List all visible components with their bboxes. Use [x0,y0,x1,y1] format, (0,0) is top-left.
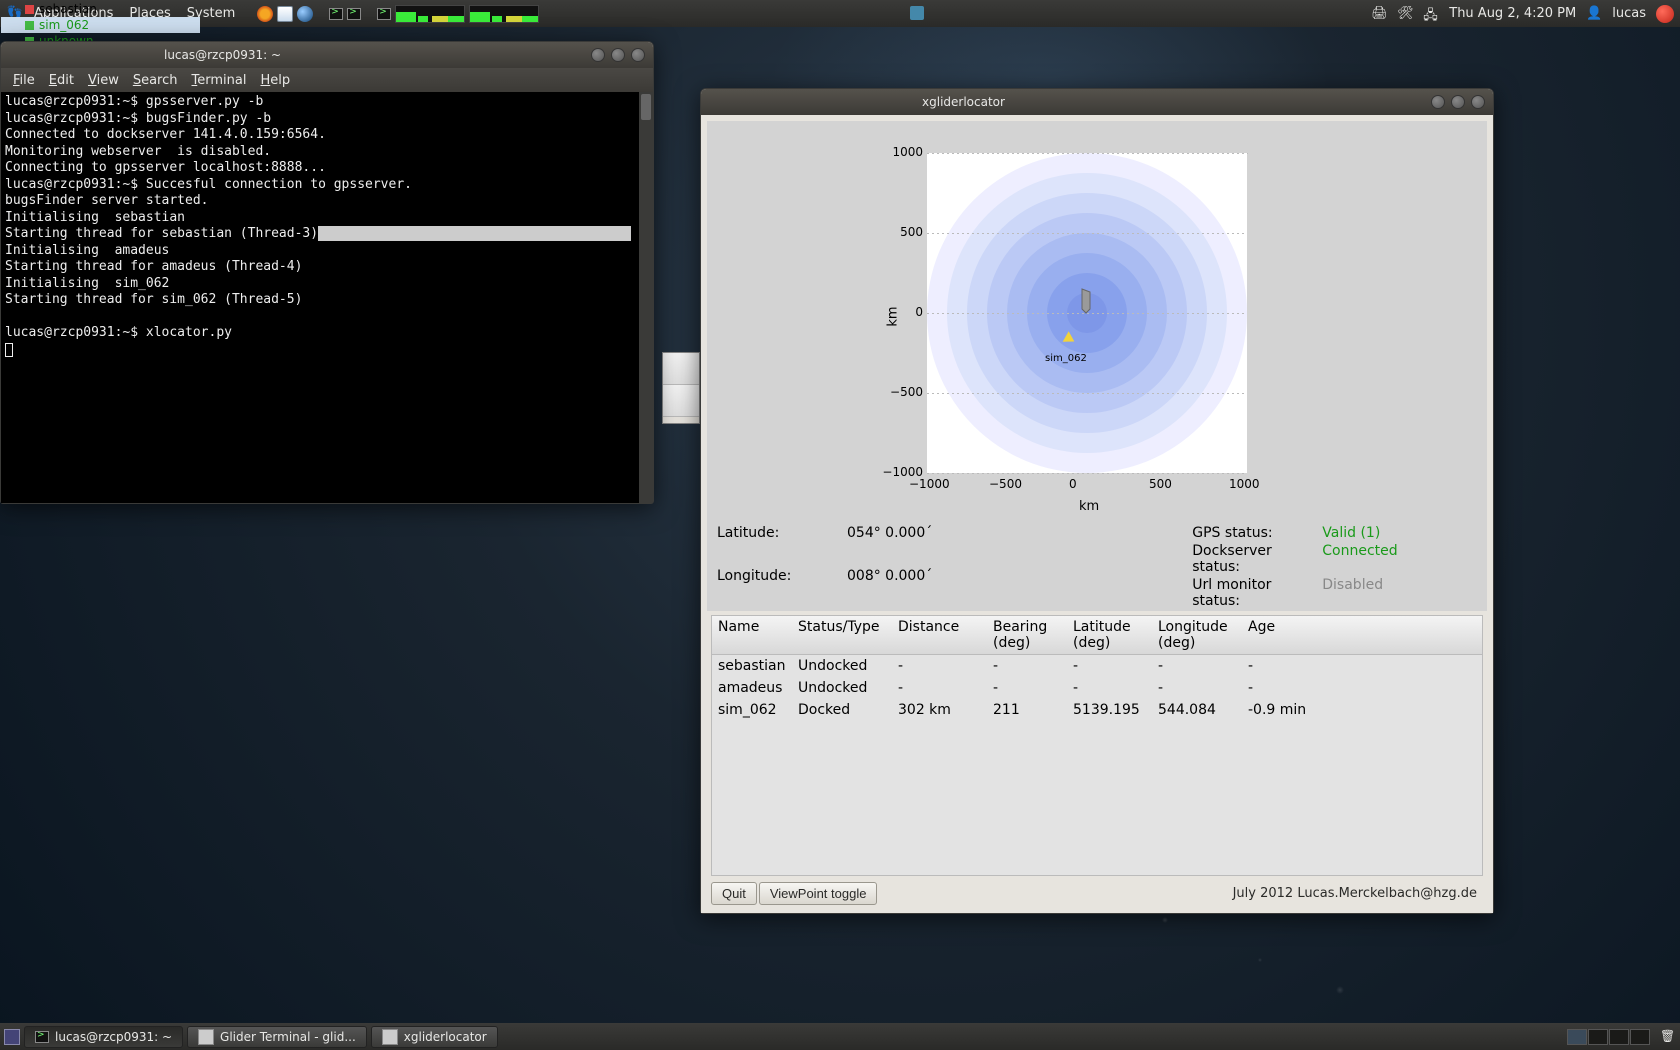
table-row[interactable]: amadeusUndocked----- [712,677,1482,699]
status-row: Latitude: 054° 0.000´ Longitude: 008° 0.… [707,521,1487,611]
table-row[interactable]: sim_062Docked302 km2115139.195544.084-0.… [712,699,1482,721]
workspace-switcher[interactable] [1567,1029,1650,1045]
credit-text: July 2012 Lucas.Merckelbach@hzg.de [1233,886,1483,901]
bottom-panel: lucas@rzcp0931: ~ Glider Terminal - glid… [0,1023,1680,1050]
maximize-button[interactable] [611,48,625,62]
lat-value: 054° 0.000´ [847,525,932,566]
background-window-fragment [662,352,700,424]
xgliderlocator-window: xgliderlocator sim_062 −1000−50005001000… [700,88,1494,914]
menu-view[interactable]: View [82,73,125,88]
terminal-launcher-2-icon[interactable] [347,8,361,20]
cpu-graph[interactable] [395,5,465,23]
col-header[interactable]: Name [718,619,798,651]
url-label: Url monitor status: [1192,577,1322,609]
terminal-launcher-1-icon[interactable] [329,8,343,20]
table-row[interactable]: sebastianUndocked----- [712,655,1482,677]
lon-value: 008° 0.000´ [847,568,932,609]
menu-terminal[interactable]: Terminal [186,73,253,88]
dock-value: Connected [1322,543,1397,575]
col-header[interactable]: Age [1248,619,1338,651]
top-panel: 👣 Applications Places System 🖨 🛠 🖧 Thu A… [0,0,1680,27]
terminal-launcher-3-icon[interactable] [377,8,391,20]
locator-chart[interactable]: sim_062 −1000−50005001000−1000−500050010… [707,121,1487,521]
gps-label: GPS status: [1192,525,1322,541]
firefox-icon[interactable] [257,6,273,22]
net-graph[interactable] [469,5,539,23]
terminal-scrollbar[interactable] [639,92,653,503]
xlabel: km [1079,499,1099,514]
terminal-titlebar[interactable]: lucas@rzcp0931: ~ [1,42,653,68]
task-xgliderlocator[interactable]: xgliderlocator [371,1026,498,1048]
glider-label: sim_062 [1045,353,1087,364]
task-glider-terminal[interactable]: Glider Terminal - glid... [187,1026,367,1048]
email-icon[interactable] [277,6,293,22]
close-button[interactable] [631,48,645,62]
shutdown-icon[interactable] [1656,5,1674,23]
clock[interactable]: Thu Aug 2, 4:20 PM [1449,6,1576,21]
lat-label: Latitude: [717,525,847,566]
close-button[interactable] [1471,95,1485,109]
terminal-menubar: File Edit View Search Terminal Help [1,68,653,92]
menu-file[interactable]: File [7,73,41,88]
col-header[interactable]: Latitude (deg) [1073,619,1158,651]
dock-label: Dockserver status: [1192,543,1322,575]
user-icon: 👤 [1586,6,1602,22]
globe-icon[interactable] [297,6,313,22]
terminal-window: lucas@rzcp0931: ~ File Edit View Search … [0,41,654,504]
printer-icon[interactable]: 🖨 [1371,6,1387,22]
col-header[interactable]: Bearing (deg) [993,619,1073,651]
xgl-title: xgliderlocator [922,95,1005,109]
ylabel: km [886,306,901,326]
network-icon[interactable]: 🖧 [1423,6,1439,22]
maximize-button[interactable] [1451,95,1465,109]
minimize-button[interactable] [591,48,605,62]
glider-table[interactable]: NameStatus/TypeDistanceBearing (deg)Lati… [711,615,1483,876]
menu-search[interactable]: Search [127,73,184,88]
tree-node-sim062[interactable]: sim_062 [1,17,200,33]
tree-node-sebastian[interactable]: sebastian [1,1,200,17]
update-available-icon[interactable] [910,6,926,22]
gps-value: Valid (1) [1322,525,1397,541]
col-header[interactable]: Distance [898,619,993,651]
minimize-button[interactable] [1431,95,1445,109]
col-header[interactable]: Status/Type [798,619,898,651]
task-terminal[interactable]: lucas@rzcp0931: ~ [24,1026,183,1048]
terminal-body[interactable]: lucas@rzcp0931:~$ gpsserver.py -b lucas@… [1,92,653,503]
show-desktop-icon[interactable] [4,1029,20,1045]
menu-edit[interactable]: Edit [43,73,80,88]
trash-icon[interactable]: 🗑 [1660,1029,1676,1045]
lon-label: Longitude: [717,568,847,609]
col-header[interactable]: Longitude (deg) [1158,619,1248,651]
user-name[interactable]: lucas [1612,6,1646,21]
menu-help[interactable]: Help [254,73,296,88]
url-value: Disabled [1322,577,1397,609]
terminal-title: lucas@rzcp0931: ~ [164,48,281,62]
viewpoint-toggle-button[interactable]: ViewPoint toggle [759,882,878,905]
tool-icon[interactable]: 🛠 [1397,6,1413,22]
quit-button[interactable]: Quit [711,882,757,905]
xgl-titlebar[interactable]: xgliderlocator [701,89,1493,115]
